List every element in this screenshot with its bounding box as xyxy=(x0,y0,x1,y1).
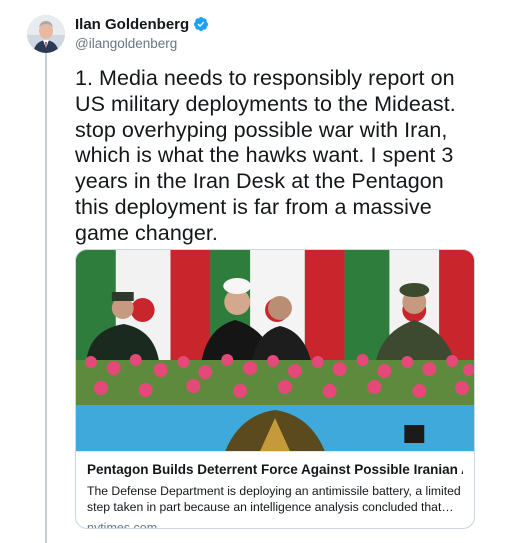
display-name[interactable]: Ilan Goldenberg xyxy=(75,16,189,33)
link-preview-card[interactable]: Pentagon Builds Deterrent Force Against … xyxy=(75,249,475,529)
card-domain: nytimes.com xyxy=(87,521,158,529)
card-body: Pentagon Builds Deterrent Force Against … xyxy=(76,451,474,529)
tweet-text: 1. Media needs to responsibly report on … xyxy=(75,66,456,245)
verified-badge-icon xyxy=(194,17,209,31)
user-handle[interactable]: @ilangoldenberg xyxy=(75,36,488,51)
card-title: Pentagon Builds Deterrent Force Against … xyxy=(87,462,463,477)
avatar[interactable] xyxy=(27,15,65,53)
card-image xyxy=(76,250,474,451)
card-description: The Defense Department is deploying an a… xyxy=(87,484,461,514)
thread-connector-line xyxy=(45,52,47,543)
tweet-header: Ilan Goldenberg @ilangoldenberg xyxy=(75,14,488,51)
avatar-image xyxy=(27,15,65,53)
